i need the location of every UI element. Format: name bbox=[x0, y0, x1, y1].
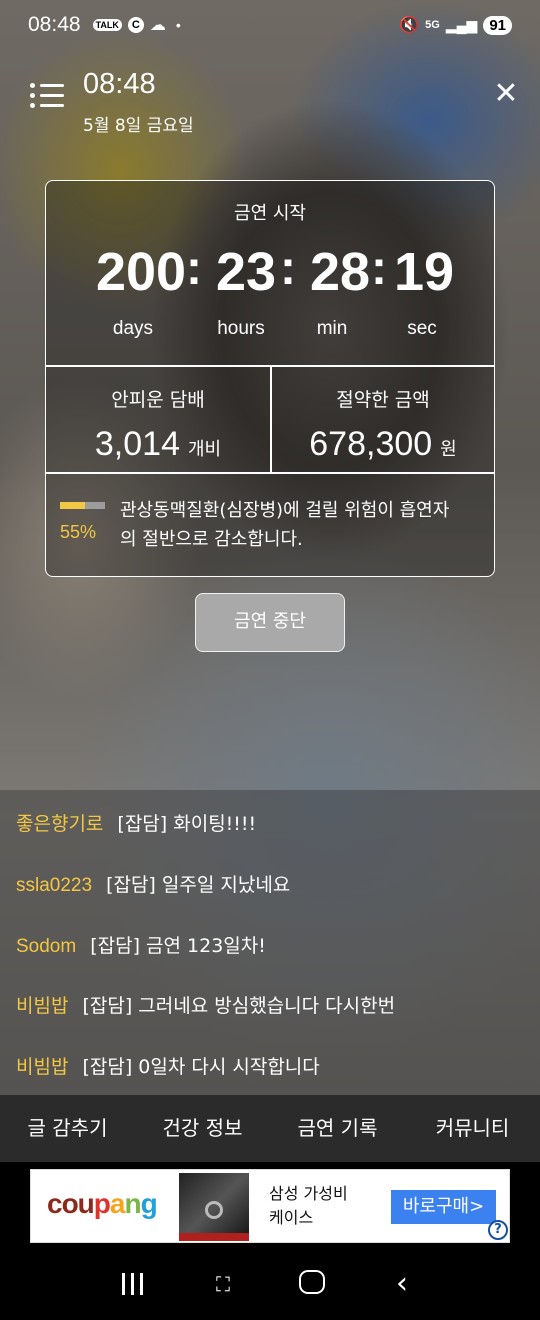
chat-item[interactable]: ssla0223 [잡담] 일주일 지났네요 bbox=[16, 870, 290, 900]
chat-item[interactable]: 좋은향기로 [잡담] 화이팅!!!! bbox=[16, 809, 256, 839]
tab-health-info[interactable]: 건강 정보 bbox=[135, 1095, 270, 1162]
ad-area: coupang 삼성 가성비 케이스 바로구매> ? bbox=[0, 1162, 540, 1250]
sec-label: sec bbox=[407, 318, 437, 339]
5g-icon: 5G bbox=[425, 19, 440, 31]
bottom-tab-bar: 글 감추기 건강 정보 금연 기록 커뮤니티 bbox=[0, 1095, 540, 1162]
talk-icon: TALK bbox=[92, 19, 122, 31]
timer-hours: 23 bbox=[215, 242, 277, 302]
cigarettes-value: 3,014 bbox=[94, 425, 180, 463]
clock-time: 08:48 bbox=[83, 68, 156, 100]
elapsed-timer: 200 : 23 : 28 : 19 bbox=[46, 241, 494, 302]
chat-item[interactable]: 비빔밥 [잡담] 그러네요 방심했습니다 다시한번 bbox=[16, 991, 395, 1021]
signal-icon: ▂▄▆ bbox=[445, 16, 478, 33]
tab-hide-posts[interactable]: 글 감추기 bbox=[0, 1095, 135, 1162]
chat-nickname: 비빔밥 bbox=[16, 996, 69, 1017]
ad-info-icon[interactable]: ? bbox=[488, 1220, 508, 1240]
health-milestone: 55% 관상동맥질환(심장병)에 걸릴 위험이 흡연자의 절반으로 감소합니다. bbox=[60, 484, 480, 564]
timer-minutes: 28 bbox=[309, 242, 371, 302]
hours-label: hours bbox=[217, 318, 265, 339]
saved-money-label: 절약한 금액 bbox=[336, 389, 430, 411]
assistant-icon[interactable]: ⛶ bbox=[203, 1270, 243, 1300]
health-description: 관상동맥질환(심장병)에 걸릴 위험이 흡연자의 절반으로 감소합니다. bbox=[120, 500, 450, 550]
clock-date: 5월 8일 금요일 bbox=[83, 116, 194, 136]
stop-quitting-button[interactable]: 금연 중단 bbox=[195, 593, 345, 652]
back-icon[interactable]: ‹ bbox=[382, 1269, 422, 1300]
c-icon: C bbox=[127, 17, 144, 33]
card-title: 금연 시작 bbox=[234, 203, 306, 224]
timer-colon: : bbox=[186, 242, 202, 295]
cigarettes-label: 안피운 담배 bbox=[111, 389, 205, 411]
chat-item[interactable]: Sodom [잡담] 금연 123일차! bbox=[16, 931, 266, 961]
timer-units: days hours min sec bbox=[46, 318, 494, 342]
saved-money-unit: 원 bbox=[440, 439, 457, 459]
days-label: days bbox=[112, 318, 154, 339]
tab-community[interactable]: 커뮤니티 bbox=[405, 1095, 540, 1162]
timer-colon: : bbox=[280, 242, 296, 295]
min-label: min bbox=[316, 318, 348, 339]
chat-message: [잡담] 화이팅!!!! bbox=[117, 813, 257, 835]
mute-icon: 🔇 bbox=[399, 17, 420, 34]
close-icon[interactable]: ✕ bbox=[492, 79, 520, 109]
menu-icon[interactable] bbox=[30, 80, 66, 110]
ad-text-line: 삼성 가성비 bbox=[269, 1184, 348, 1203]
chat-nickname: ssla0223 bbox=[16, 875, 93, 896]
chat-message: [잡담] 0일차 다시 시작합니다 bbox=[82, 1056, 320, 1078]
health-progress-fill bbox=[60, 502, 85, 509]
health-percent: 55% bbox=[60, 522, 97, 542]
recent-apps-icon[interactable] bbox=[118, 1270, 158, 1300]
ad-product-text: 삼성 가성비 케이스 bbox=[269, 1182, 348, 1230]
timer-days: 200 bbox=[95, 242, 187, 302]
buy-now-button[interactable]: 바로구매> bbox=[391, 1190, 496, 1224]
status-bar: 08:48 TALK C ☁ • 🔇 5G ▂▄▆ 91 bbox=[0, 0, 540, 50]
saved-money-value: 678,300 bbox=[309, 425, 433, 463]
system-icons: 🔇 5G ▂▄▆ 91 bbox=[399, 15, 512, 35]
home-icon[interactable] bbox=[299, 1270, 325, 1294]
chat-message: [잡담] 금연 123일차! bbox=[90, 935, 266, 957]
health-progress-bar bbox=[60, 502, 105, 509]
chat-message: [잡담] 일주일 지났네요 bbox=[106, 874, 291, 896]
chat-message: [잡담] 그러네요 방심했습니다 다시한번 bbox=[82, 995, 396, 1017]
chat-nickname: 좋은향기로 bbox=[16, 814, 104, 835]
status-time: 08:48 bbox=[28, 13, 81, 36]
cigarettes-unit: 개비 bbox=[187, 439, 222, 459]
battery-icon: 91 bbox=[483, 15, 512, 35]
cigarettes-stat: 3,014 개비 bbox=[46, 425, 270, 464]
cloud-icon: ☁ bbox=[149, 17, 166, 34]
divider bbox=[46, 472, 494, 474]
chat-nickname: Sodom bbox=[16, 936, 77, 957]
system-nav-bar: ⛶ ‹ bbox=[0, 1250, 540, 1320]
notification-icons: TALK C ☁ • bbox=[92, 15, 181, 35]
ad-banner[interactable]: coupang 삼성 가성비 케이스 바로구매> ? bbox=[30, 1169, 510, 1243]
saved-money-stat: 678,300 원 bbox=[271, 425, 495, 464]
tab-quit-record[interactable]: 금연 기록 bbox=[270, 1095, 405, 1162]
ad-text-line: 케이스 bbox=[269, 1208, 314, 1227]
dot-icon: • bbox=[175, 17, 181, 33]
quit-smoking-card: 금연 시작 200 : 23 : 28 : 19 days hours min … bbox=[45, 180, 495, 577]
timer-colon: : bbox=[371, 242, 387, 295]
chat-nickname: 비빔밥 bbox=[16, 1057, 69, 1078]
chat-feed: 좋은향기로 [잡담] 화이팅!!!! ssla0223 [잡담] 일주일 지났네요 … bbox=[0, 790, 540, 1095]
header: 08:48 5월 8일 금요일 ✕ bbox=[0, 60, 540, 140]
chat-item[interactable]: 비빔밥 [잡담] 0일차 다시 시작합니다 bbox=[16, 1052, 320, 1082]
timer-seconds: 19 bbox=[393, 242, 455, 302]
product-image bbox=[179, 1173, 249, 1241]
coupang-logo: coupang bbox=[47, 1188, 158, 1219]
